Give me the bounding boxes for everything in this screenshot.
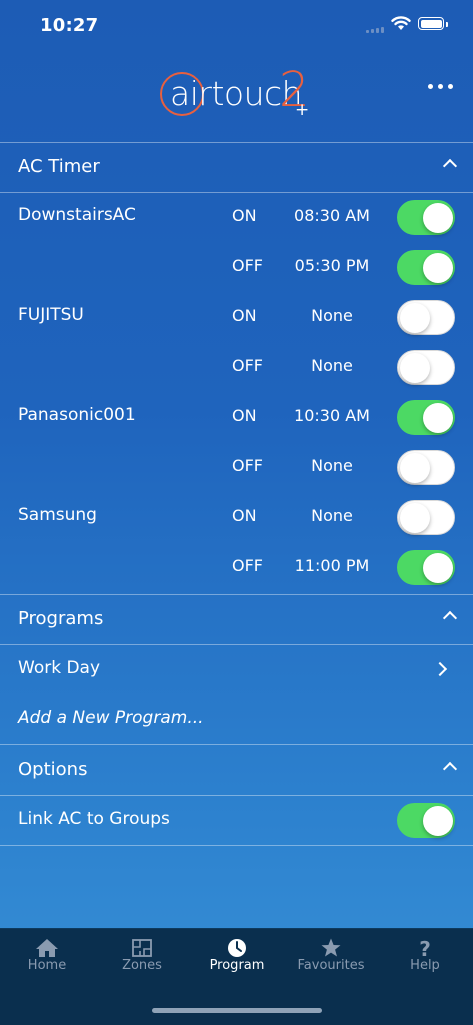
svg-text:?: ? — [419, 938, 431, 958]
airtouch-logo: airtouch 2 + — [158, 60, 318, 126]
more-options-icon[interactable] — [428, 76, 453, 97]
timer-row: OFF None — [0, 442, 473, 492]
tab-label: Zones — [122, 958, 162, 973]
program-item-work-day[interactable]: Work Day — [0, 644, 473, 694]
tab-home[interactable]: Home — [0, 929, 94, 979]
timer-row: Samsung ON None — [0, 492, 473, 542]
timer-time[interactable]: None — [283, 306, 381, 325]
add-program-label: Add a New Program... — [18, 708, 204, 728]
timer-time[interactable]: 11:00 PM — [283, 556, 381, 575]
timer-row: DownstairsAC ON 08:30 AM — [0, 192, 473, 242]
timer-mode: ON — [232, 506, 257, 525]
section-header-options[interactable]: Options — [0, 745, 473, 795]
tab-zones[interactable]: Zones — [95, 929, 189, 979]
home-indicator — [152, 1008, 322, 1013]
timer-time[interactable]: 05:30 PM — [283, 256, 381, 275]
timer-toggle[interactable] — [397, 250, 455, 285]
app-header: airtouch 2 + — [0, 52, 473, 142]
timer-toggle[interactable] — [397, 300, 455, 335]
divider — [0, 845, 473, 846]
timer-row: OFF None — [0, 342, 473, 392]
timer-row: OFF 05:30 PM — [0, 242, 473, 292]
timer-toggle[interactable] — [397, 550, 455, 585]
section-header-ac-timer[interactable]: AC Timer — [0, 142, 473, 192]
add-program-button[interactable]: Add a New Program... — [0, 694, 473, 744]
section-title: AC Timer — [18, 156, 100, 177]
cellular-signal-icon — [366, 27, 386, 33]
tab-label: Program — [209, 958, 265, 973]
timer-time[interactable]: 08:30 AM — [283, 206, 381, 225]
program-label: Work Day — [18, 658, 101, 678]
section-header-programs[interactable]: Programs — [0, 594, 473, 644]
device-name: Samsung — [18, 505, 97, 525]
timer-toggle[interactable] — [397, 200, 455, 235]
timer-time[interactable]: 10:30 AM — [283, 406, 381, 425]
chevron-up-icon — [442, 158, 458, 174]
tab-help[interactable]: ? Help — [378, 929, 472, 979]
star-icon — [321, 938, 341, 957]
status-bar: 10:27 — [0, 0, 473, 52]
status-time: 10:27 — [40, 15, 99, 36]
device-name: Panasonic001 — [18, 405, 136, 425]
timer-row: FUJITSU ON None — [0, 292, 473, 342]
tab-label: Help — [410, 958, 440, 973]
battery-icon — [418, 17, 448, 30]
timer-mode: ON — [232, 206, 257, 225]
clock-icon — [228, 939, 246, 957]
timer-mode: OFF — [232, 556, 263, 575]
tab-program[interactable]: Program — [190, 929, 284, 979]
tab-favourites[interactable]: Favourites — [284, 929, 378, 979]
wifi-icon — [391, 16, 411, 30]
timer-toggle[interactable] — [397, 350, 455, 385]
timer-row: OFF 11:00 PM — [0, 542, 473, 592]
timer-row: Panasonic001 ON 10:30 AM — [0, 392, 473, 442]
timer-toggle[interactable] — [397, 500, 455, 535]
section-title: Options — [18, 759, 88, 780]
timer-time[interactable]: None — [283, 456, 381, 475]
floorplan-icon — [132, 939, 152, 957]
tab-label: Favourites — [297, 958, 365, 973]
device-name: FUJITSU — [18, 305, 84, 325]
section-title: Programs — [18, 608, 104, 629]
home-icon — [36, 939, 58, 957]
link-ac-groups-toggle[interactable] — [397, 803, 455, 838]
timer-mode: ON — [232, 306, 257, 325]
timer-toggle[interactable] — [397, 450, 455, 485]
question-icon: ? — [419, 938, 431, 958]
timer-mode: ON — [232, 406, 257, 425]
timer-mode: OFF — [232, 456, 263, 475]
timer-mode: OFF — [232, 356, 263, 375]
timer-mode: OFF — [232, 256, 263, 275]
timer-time[interactable]: None — [283, 356, 381, 375]
tab-label: Home — [27, 958, 67, 973]
timer-time[interactable]: None — [283, 506, 381, 525]
chevron-up-icon — [442, 610, 458, 626]
chevron-up-icon — [442, 761, 458, 777]
chevron-right-icon — [432, 661, 448, 677]
timer-toggle[interactable] — [397, 400, 455, 435]
device-name: DownstairsAC — [18, 205, 136, 225]
option-link-ac-to-groups: Link AC to Groups — [0, 795, 473, 845]
option-label: Link AC to Groups — [18, 809, 170, 829]
